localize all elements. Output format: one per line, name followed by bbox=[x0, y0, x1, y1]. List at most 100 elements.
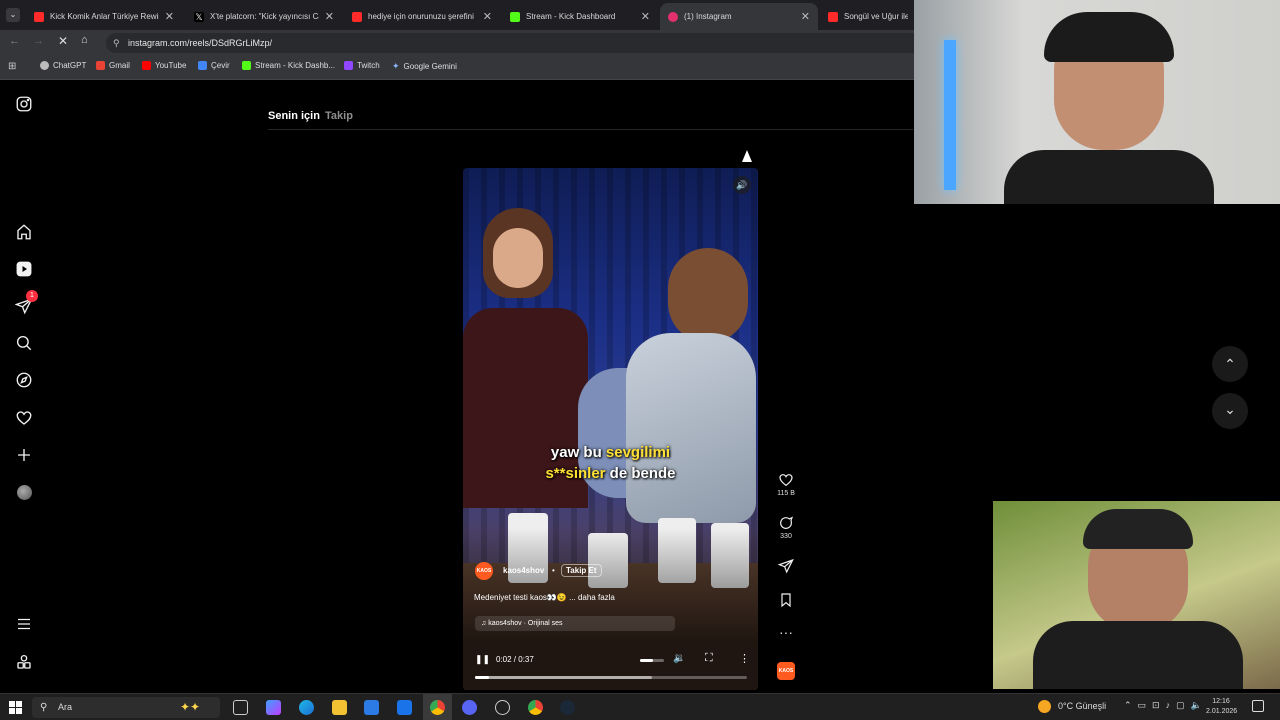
chrome-profile-icon[interactable] bbox=[528, 700, 543, 715]
messages-icon[interactable]: 1 bbox=[14, 290, 38, 316]
kick-icon bbox=[242, 61, 251, 70]
obs-icon[interactable] bbox=[495, 700, 510, 715]
bookmark-twitch[interactable]: Twitch bbox=[344, 61, 380, 70]
bookmark-gemini[interactable]: ✦ Google Gemini bbox=[392, 61, 457, 72]
back-icon[interactable]: ← bbox=[9, 35, 20, 47]
close-tab-icon[interactable]: ✕ bbox=[165, 10, 174, 23]
close-tab-icon[interactable]: ✕ bbox=[483, 10, 492, 23]
close-tab-icon[interactable]: ✕ bbox=[801, 10, 810, 23]
bookmark-youtube[interactable]: YouTube bbox=[142, 61, 186, 70]
store-icon[interactable] bbox=[364, 700, 379, 715]
webcam-overlay-main bbox=[914, 0, 1280, 204]
next-reel-button[interactable]: ⌄ bbox=[1212, 393, 1248, 429]
profile-avatar[interactable] bbox=[14, 482, 34, 502]
volume-icon[interactable]: 🔉 bbox=[673, 653, 685, 664]
person-beanie bbox=[1083, 509, 1193, 549]
edge-icon[interactable] bbox=[299, 700, 314, 715]
mail-icon[interactable] bbox=[397, 700, 412, 715]
more-menu-icon[interactable] bbox=[14, 614, 34, 634]
author-username[interactable]: kaos4shov bbox=[503, 566, 544, 575]
discord-icon[interactable] bbox=[462, 700, 477, 715]
notifications-heart-icon[interactable] bbox=[14, 408, 34, 428]
sound-icon[interactable]: 🔊 bbox=[733, 176, 751, 194]
file-explorer-icon[interactable] bbox=[332, 700, 347, 715]
notification-center-icon[interactable] bbox=[1252, 700, 1264, 712]
tab-kick-dashboard[interactable]: Stream - Kick Dashboard ✕ bbox=[502, 3, 658, 30]
share-action[interactable] bbox=[775, 558, 797, 576]
search-icon[interactable] bbox=[14, 333, 34, 353]
address-bar[interactable]: ⚲ instagram.com/reels/DSdRGrLiMzp/ bbox=[106, 33, 926, 53]
also-from-meta-icon[interactable] bbox=[14, 652, 34, 672]
chevron-down-icon: ⌄ bbox=[1224, 401, 1236, 417]
follow-button[interactable]: Takip Et bbox=[561, 564, 602, 577]
tab-for-you[interactable]: Senin için bbox=[268, 110, 320, 122]
tab-kick-komik[interactable]: Kick Komik Anlar Türkiye Rewin ✕ bbox=[26, 3, 182, 30]
comment-action[interactable]: 330 bbox=[775, 515, 797, 540]
tab-x-platcorn[interactable]: 𝕏 X'te platcorn: "Kick yayıncısı Ca ✕ bbox=[186, 3, 342, 30]
boy-head bbox=[668, 248, 748, 343]
windows-taskbar: ⚲ Ara ✦✦ 0°C Güneşli ⌃▭⊡♪▢🔈 12:16 2.01.2… bbox=[0, 693, 1280, 720]
bookmark-icon bbox=[781, 593, 791, 608]
steam-icon[interactable] bbox=[560, 700, 575, 715]
bottom-overlay bbox=[463, 528, 758, 690]
create-plus-icon[interactable] bbox=[14, 445, 34, 465]
chatgpt-icon bbox=[40, 61, 49, 70]
streamer-hair bbox=[1044, 12, 1174, 62]
like-action[interactable]: 115 B bbox=[775, 472, 797, 497]
tab-songul[interactable]: Songül ve Uğur ile S bbox=[820, 3, 916, 30]
bookmark-chatgpt[interactable]: ChatGPT bbox=[40, 61, 86, 70]
system-tray-icons[interactable]: ⌃▭⊡♪▢🔈 bbox=[1124, 700, 1208, 711]
fullscreen-icon[interactable]: ⛶ bbox=[705, 652, 713, 665]
close-tab-icon[interactable]: ✕ bbox=[325, 10, 334, 23]
explore-icon[interactable] bbox=[14, 370, 34, 390]
copilot-icon[interactable] bbox=[266, 700, 281, 715]
taskbar-search-box[interactable]: ⚲ Ara ✦✦ bbox=[32, 697, 220, 718]
kick-favicon-icon bbox=[510, 11, 520, 22]
more-options-icon[interactable]: ⋮ bbox=[739, 652, 750, 665]
forward-icon[interactable]: → bbox=[33, 35, 44, 47]
music-note-icon: ♫ bbox=[481, 620, 487, 627]
reels-icon[interactable] bbox=[14, 259, 34, 279]
bookmark-gmail[interactable]: Gmail bbox=[96, 61, 130, 70]
pause-icon[interactable]: ❚❚ bbox=[475, 654, 490, 665]
tab-search-button[interactable]: ⌄ bbox=[6, 8, 20, 22]
instagram-favicon-icon bbox=[668, 11, 678, 22]
chrome-icon[interactable] bbox=[430, 700, 445, 715]
home-icon[interactable] bbox=[14, 222, 34, 242]
task-view-icon[interactable] bbox=[233, 700, 248, 715]
reel-description[interactable]: Medeniyet testi kaos👀😉 ... daha fazla bbox=[474, 593, 615, 602]
like-count: 115 B bbox=[777, 490, 795, 497]
instagram-logo-icon[interactable] bbox=[14, 94, 34, 114]
woman-face bbox=[493, 228, 543, 288]
progress-fill bbox=[475, 676, 489, 679]
tab-following[interactable]: Takip bbox=[325, 110, 353, 122]
volume-slider[interactable] bbox=[640, 659, 664, 662]
progress-track[interactable] bbox=[475, 676, 747, 679]
clock[interactable]: 12:16 2.01.2026 bbox=[1206, 697, 1237, 717]
reel-video[interactable]: 🔊 yaw bu sevgilimi s**sinler de bende KA… bbox=[463, 168, 758, 690]
save-action[interactable] bbox=[775, 592, 797, 610]
stop-loading-icon[interactable]: ✕ bbox=[58, 34, 68, 48]
tab-hediye[interactable]: hediye için onurunuzu şerefini ✕ bbox=[344, 3, 500, 30]
bookmark-cevir[interactable]: Çevir bbox=[198, 61, 230, 70]
youtube-favicon-icon bbox=[828, 11, 838, 22]
author-avatar[interactable]: KAOS bbox=[475, 562, 493, 580]
comment-icon bbox=[780, 516, 794, 529]
home-icon[interactable]: ⌂ bbox=[81, 34, 88, 46]
bookmark-kick-dashboard[interactable]: Stream - Kick Dashb... bbox=[242, 61, 335, 70]
audio-thumbnail[interactable]: KAOS bbox=[777, 662, 795, 680]
weather-text[interactable]: 0°C Güneşli bbox=[1058, 701, 1106, 711]
more-actions-icon[interactable]: ··· bbox=[775, 625, 797, 639]
site-info-icon[interactable]: ⚲ bbox=[113, 33, 120, 53]
close-tab-icon[interactable]: ✕ bbox=[641, 10, 650, 23]
audio-attribution[interactable]: ♫ kaos4shov · Orijinal ses bbox=[475, 616, 675, 631]
apps-grid-icon[interactable]: ⊞ bbox=[8, 61, 16, 72]
tab-instagram[interactable]: (1) Instagram ✕ bbox=[660, 3, 818, 30]
person-shirt bbox=[1033, 621, 1243, 689]
led-light-strip bbox=[944, 40, 956, 190]
gemini-icon: ✦ bbox=[392, 61, 400, 71]
url-text: instagram.com/reels/DSdRGrLiMzp/ bbox=[128, 38, 273, 48]
weather-sun-icon[interactable] bbox=[1038, 700, 1051, 713]
windows-start-icon[interactable] bbox=[9, 701, 22, 714]
previous-reel-button[interactable]: ⌃ bbox=[1212, 346, 1248, 382]
